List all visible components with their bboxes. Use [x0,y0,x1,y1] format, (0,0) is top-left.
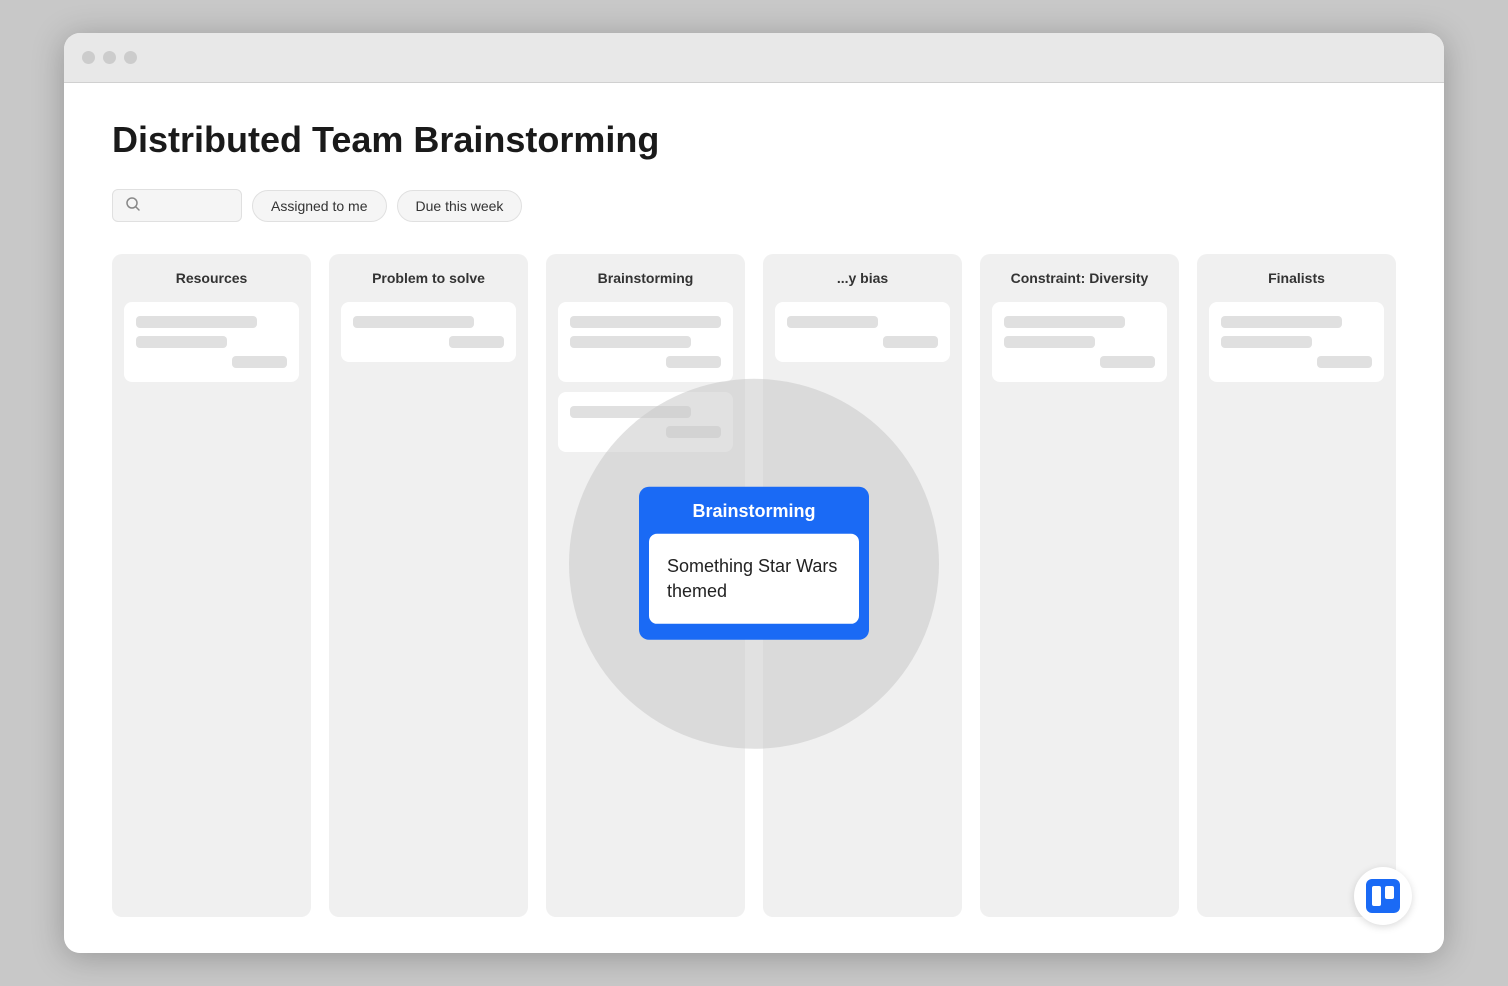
trello-bar-left [1372,886,1381,906]
card[interactable] [992,302,1167,382]
card-bar [353,316,474,328]
card-footer [136,356,287,368]
card-tag [1317,356,1372,368]
card-tag [449,336,504,348]
card-footer [570,426,721,438]
card-bar [136,336,227,348]
browser-titlebar [64,33,1444,83]
card-bar [787,316,878,328]
card-bar [570,316,721,328]
card[interactable] [124,302,299,382]
card-tag [666,426,721,438]
browser-content: Distributed Team Brainstorming Assigned … [64,83,1444,953]
browser-window: Distributed Team Brainstorming Assigned … [64,33,1444,953]
column-resources: Resources [112,254,311,917]
card-bar [1004,316,1125,328]
card-tag [232,356,287,368]
trello-icon-inner [1372,886,1394,906]
column-brainstorming: Brainstorming [546,254,745,917]
column-header-problem: Problem to solve [341,270,516,286]
card-footer [570,356,721,368]
column-header-resources: Resources [124,270,299,286]
card-tag [883,336,938,348]
card-bar [136,316,257,328]
search-box[interactable] [112,189,242,222]
column-header-constraint: Constraint: Diversity [992,270,1167,286]
card-tag [1100,356,1155,368]
column-constraint: Constraint: Diversity [980,254,1179,917]
assigned-to-me-button[interactable]: Assigned to me [252,190,387,222]
card[interactable] [558,392,733,452]
card-bar [570,336,691,348]
traffic-light-minimize [103,51,116,64]
board-container: Resources Problem to solve [112,254,1396,917]
column-bias: ...y bias [763,254,962,917]
card[interactable] [341,302,516,362]
card-footer [787,336,938,348]
card-bar [1004,336,1095,348]
card-bar [570,406,691,418]
column-header-finalists: Finalists [1209,270,1384,286]
column-finalists: Finalists [1197,254,1396,917]
card-footer [353,336,504,348]
toolbar: Assigned to me Due this week [112,189,1396,222]
column-problem: Problem to solve [329,254,528,917]
column-header-brainstorming: Brainstorming [558,270,733,286]
card-bar [1221,316,1342,328]
due-this-week-button[interactable]: Due this week [397,190,523,222]
trello-logo[interactable] [1354,867,1412,925]
column-header-bias: ...y bias [775,270,950,286]
card-tag [666,356,721,368]
card-bar [1221,336,1312,348]
traffic-light-close [82,51,95,64]
card[interactable] [1209,302,1384,382]
search-icon [125,196,141,215]
card-footer [1221,356,1372,368]
card-footer [1004,356,1155,368]
page-title: Distributed Team Brainstorming [112,119,1396,161]
trello-icon [1366,879,1400,913]
traffic-light-maximize [124,51,137,64]
card[interactable] [558,302,733,382]
trello-bar-right [1385,886,1394,899]
card[interactable] [775,302,950,362]
